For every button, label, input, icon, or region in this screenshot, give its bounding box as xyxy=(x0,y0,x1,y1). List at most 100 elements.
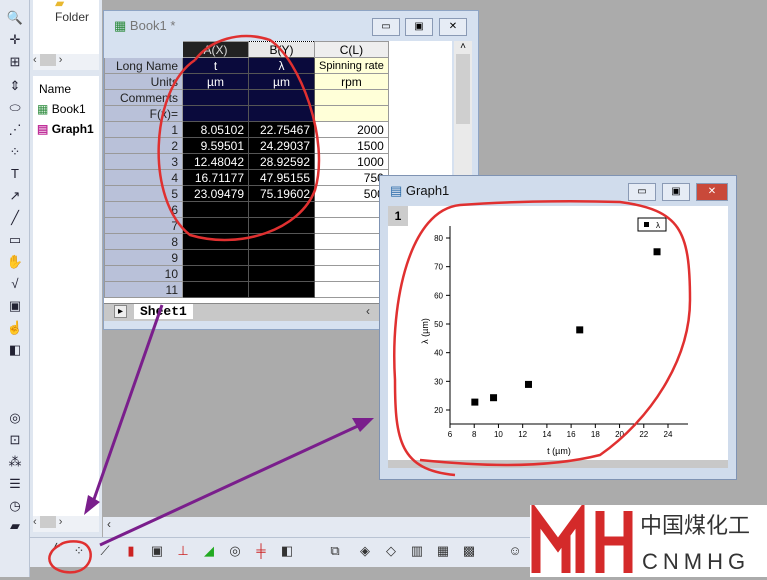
folder-item[interactable]: ▰ Folder xyxy=(55,0,99,24)
cell[interactable]: 16.71177 xyxy=(182,169,249,186)
cell[interactable] xyxy=(182,89,249,106)
list-item-book1[interactable]: ▦ Book1 xyxy=(37,102,86,116)
cell[interactable]: 24.29037 xyxy=(248,137,315,154)
tab-scroll-right[interactable]: ▸ xyxy=(114,305,128,318)
cell[interactable]: 12.48042 xyxy=(182,153,249,170)
cell[interactable] xyxy=(314,105,389,122)
circle-tool-icon[interactable]: ◎ xyxy=(5,410,25,428)
cell[interactable]: 2000 xyxy=(314,121,389,138)
scatter-plot-icon[interactable]: ⁘ xyxy=(70,543,88,561)
restore-button[interactable]: ▣ xyxy=(662,183,690,201)
cell[interactable]: 22.75467 xyxy=(248,121,315,138)
cell[interactable]: 23.09479 xyxy=(182,185,249,202)
cell[interactable]: 1500 xyxy=(314,137,389,154)
line-tool-icon[interactable]: ╱ xyxy=(5,210,25,228)
data-selector-icon[interactable]: ⊞ xyxy=(5,54,25,72)
line-symbol-icon[interactable]: ⟋ xyxy=(96,543,114,561)
cell[interactable]: 75.19602 xyxy=(248,185,315,202)
cell[interactable]: 8.05102 xyxy=(182,121,249,138)
move-icon[interactable]: ⇕ xyxy=(5,78,25,96)
cell[interactable] xyxy=(182,217,249,234)
region-icon[interactable]: ⬭ xyxy=(5,100,25,118)
cube-icon[interactable]: ◧ xyxy=(5,342,25,360)
column-header-a[interactable]: A(X) xyxy=(182,41,249,58)
cell[interactable]: µm xyxy=(248,73,315,90)
cell[interactable] xyxy=(182,105,249,122)
cell[interactable] xyxy=(314,217,389,234)
column-plot-icon[interactable]: ▮ xyxy=(122,543,140,561)
cell[interactable] xyxy=(314,233,389,250)
cell[interactable] xyxy=(248,233,315,250)
cell[interactable]: µm xyxy=(182,73,249,90)
rectangle-tool-icon[interactable]: ▭ xyxy=(5,232,25,250)
cell[interactable] xyxy=(248,249,315,266)
cell[interactable] xyxy=(182,281,249,298)
cell[interactable]: Spinning rate xyxy=(314,57,389,74)
template-icon[interactable]: ▩ xyxy=(460,543,478,561)
pick-points-icon[interactable]: ⋰ xyxy=(5,122,25,140)
scatter-plot[interactable]: 6 8 10 12 14 16 18 20 22 24 20 30 40 50 60 70 80 t (µm) λ … xyxy=(388,206,728,468)
hand-data-icon[interactable]: ☝ xyxy=(5,320,25,338)
column-header-b[interactable]: B(Y) xyxy=(248,41,315,58)
column-header-c[interactable]: C(L) xyxy=(314,41,389,58)
scroll-left-icon[interactable]: ‹ xyxy=(107,517,111,531)
cell[interactable] xyxy=(248,265,315,282)
polar-plot-icon[interactable]: ◎ xyxy=(226,543,244,561)
cell[interactable] xyxy=(314,89,389,106)
error-bar-icon[interactable]: ⊥ xyxy=(174,543,192,561)
cell[interactable]: rpm xyxy=(314,73,389,90)
list-item-graph1[interactable]: ▤ Graph1 xyxy=(37,122,94,136)
cell[interactable] xyxy=(182,249,249,266)
zoom-icon[interactable]: 🔍 xyxy=(5,10,25,28)
close-button[interactable]: ✕ xyxy=(696,183,728,201)
name-column-header[interactable]: Name xyxy=(39,82,71,96)
scatter-points-icon[interactable]: ⁘ xyxy=(5,144,25,162)
graph-scrollbar[interactable] xyxy=(388,460,728,468)
mask-icon[interactable]: ⊡ xyxy=(5,432,25,450)
hand-icon[interactable]: ✋ xyxy=(5,254,25,272)
cell[interactable]: 9.59501 xyxy=(182,137,249,154)
cell[interactable]: t xyxy=(182,57,249,74)
cell[interactable] xyxy=(248,201,315,218)
folder-tool-icon[interactable]: ▰ xyxy=(5,518,25,536)
image-icon[interactable]: ▣ xyxy=(5,298,25,316)
horizontal-scroll-left[interactable]: ‹ xyxy=(366,304,370,318)
clock-icon[interactable]: ◷ xyxy=(5,498,25,516)
3d-bar-chart-icon[interactable]: ▥ xyxy=(408,543,426,561)
cell[interactable]: 47.95155 xyxy=(248,169,315,186)
cell[interactable] xyxy=(314,249,389,266)
minimize-button[interactable]: ▭ xyxy=(372,18,400,36)
smiley-icon[interactable]: ☺ xyxy=(506,543,524,561)
3d-surface-icon[interactable]: ◈ xyxy=(356,543,374,561)
list-icon[interactable]: ☰ xyxy=(5,476,25,494)
cell[interactable] xyxy=(182,233,249,250)
3d-wire-icon[interactable]: ◇ xyxy=(382,543,400,561)
3d-bars-icon[interactable]: ⧉ xyxy=(326,543,344,561)
cell[interactable] xyxy=(314,265,389,282)
stock-plot-icon[interactable]: ╪ xyxy=(252,543,270,561)
minimize-button[interactable]: ▭ xyxy=(628,183,656,201)
cell[interactable] xyxy=(248,105,315,122)
image-plot-icon[interactable]: ▣ xyxy=(148,543,166,561)
cell[interactable]: 500 xyxy=(314,185,389,202)
arrow-tool-icon[interactable]: ↗ xyxy=(5,188,25,206)
layer-indicator[interactable]: 1 xyxy=(388,206,408,226)
cell[interactable]: 750 xyxy=(314,169,389,186)
cell[interactable] xyxy=(248,281,315,298)
cell[interactable]: 1000 xyxy=(314,153,389,170)
list-horizontal-scrollbar[interactable]: ‹ › xyxy=(33,516,99,532)
cell[interactable] xyxy=(314,201,389,218)
tab-sheet1[interactable]: Sheet1 xyxy=(134,304,193,319)
cell[interactable] xyxy=(248,89,315,106)
tree-horizontal-scrollbar[interactable]: ‹ › xyxy=(33,54,99,70)
crosshair-icon[interactable]: ✛ xyxy=(5,32,25,50)
line-plot-icon[interactable]: ╱ xyxy=(44,543,62,561)
cell[interactable]: λ xyxy=(248,57,315,74)
cell[interactable] xyxy=(248,217,315,234)
graph-page[interactable]: 1 6 8 10 12 14 16 18 20 22 24 20 30 40 50 60 70 80 t (µm)… xyxy=(388,206,728,468)
contour-icon[interactable]: ▦ xyxy=(434,543,452,561)
text-tool-icon[interactable]: T xyxy=(5,166,25,184)
annotation-icon[interactable]: ⁂ xyxy=(5,454,25,472)
cell[interactable] xyxy=(182,201,249,218)
cell[interactable] xyxy=(182,265,249,282)
